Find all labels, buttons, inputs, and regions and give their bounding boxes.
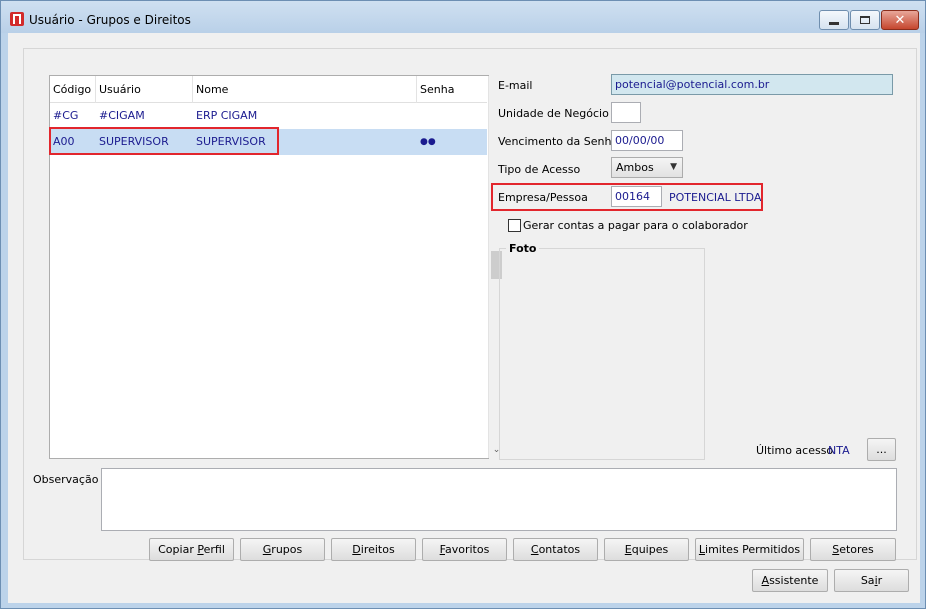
grid-header: Código Usuário Nome Senha (50, 76, 487, 103)
cell-codigo: #CG (53, 109, 79, 122)
vencimento-label: Vencimento da Senha (498, 135, 619, 148)
column-header-usuario[interactable]: Usuário (96, 76, 193, 103)
ultimo-acesso-label: Último acesso (756, 444, 834, 457)
limites-label-post: imites Permitidos (705, 543, 801, 556)
contatos-button[interactable]: Contatos (513, 538, 598, 561)
grupos-button[interactable]: Grupos (240, 538, 325, 561)
cell-nome: ERP CIGAM (196, 109, 258, 122)
highlight-box (491, 183, 763, 211)
ultimo-acesso-value: NTA (828, 444, 850, 457)
copiar-perfil-label-pre: Copiar (158, 543, 198, 556)
app-logo-icon (10, 12, 24, 26)
cell-usuario: #CIGAM (99, 109, 145, 122)
table-row[interactable]: #CG #CIGAM ERP CIGAM (50, 103, 487, 129)
foto-groupbox: Foto (499, 242, 705, 460)
email-label: E-mail (498, 79, 533, 92)
content-panel: Código Usuário Nome Senha #CG #CIGAM ERP… (23, 48, 917, 561)
assistente-button[interactable]: Assistente (752, 569, 828, 592)
favoritos-button[interactable]: Favoritos (422, 538, 507, 561)
close-button[interactable]: ✕ (881, 10, 919, 30)
maximize-button[interactable] (850, 10, 880, 30)
highlight-box (49, 127, 279, 155)
direitos-label-post: ireitos (360, 543, 395, 556)
equipes-button[interactable]: Equipes (604, 538, 689, 561)
assistente-label-post: ssistente (769, 574, 819, 587)
tipo-acesso-value: Ambos (616, 161, 654, 174)
equipes-label-ul: E (624, 543, 632, 556)
grupos-label-post: rupos (271, 543, 303, 556)
main-window: Usuário - Grupos e Direitos ✕ Código Usu… (0, 0, 926, 609)
column-header-codigo[interactable]: Código (50, 76, 96, 103)
minimize-icon (829, 21, 839, 25)
sair-button[interactable]: Sair (834, 569, 909, 592)
unidade-field[interactable] (611, 102, 641, 123)
column-header-senha[interactable]: Senha (417, 76, 487, 103)
favoritos-label-post: avoritos (444, 543, 490, 556)
maximize-icon (860, 16, 870, 24)
contatos-label-ul: C (530, 543, 539, 556)
minimize-button[interactable] (819, 10, 849, 30)
window-title: Usuário - Grupos e Direitos (29, 13, 191, 27)
title-bar[interactable]: Usuário - Grupos e Direitos ✕ (1, 1, 925, 33)
foto-label: Foto (506, 242, 540, 255)
client-area: Código Usuário Nome Senha #CG #CIGAM ERP… (8, 33, 920, 603)
direitos-button[interactable]: Direitos (331, 538, 416, 561)
observacao-label: Observação (33, 473, 99, 486)
cell-senha: ●● (420, 137, 436, 147)
setores-button[interactable]: Setores (810, 538, 896, 561)
assistente-label-ul: A (761, 574, 770, 587)
close-icon: ✕ (894, 12, 906, 28)
gerar-contas-checkbox[interactable] (508, 219, 521, 232)
contatos-label-post: ontatos (538, 543, 581, 556)
setores-label-post: etores (839, 543, 874, 556)
copiar-perfil-label-post: erfil (203, 543, 225, 556)
gerar-contas-label: Gerar contas a pagar para o colaborador (523, 219, 748, 232)
equipes-label-post: quipes (631, 543, 669, 556)
sair-label-pre: Sa (860, 574, 875, 587)
vencimento-field[interactable]: 00/00/00 (611, 130, 683, 151)
column-header-nome[interactable]: Nome (193, 76, 417, 103)
tipo-acesso-label: Tipo de Acesso (498, 163, 581, 176)
sair-label-post: r (877, 574, 883, 587)
ellipsis-button[interactable]: ... (867, 438, 896, 461)
limites-permitidos-button[interactable]: Limites Permitidos (695, 538, 804, 561)
direitos-label-ul: D (352, 543, 361, 556)
copiar-perfil-button[interactable]: Copiar Perfil (149, 538, 234, 561)
unidade-label: Unidade de Negócio (498, 107, 609, 120)
tipo-acesso-select[interactable]: Ambos ▼ (611, 157, 683, 178)
observacao-field[interactable] (101, 468, 897, 531)
email-field[interactable]: potencial@potencial.com.br (611, 74, 893, 95)
chevron-down-icon: ▼ (670, 162, 677, 172)
